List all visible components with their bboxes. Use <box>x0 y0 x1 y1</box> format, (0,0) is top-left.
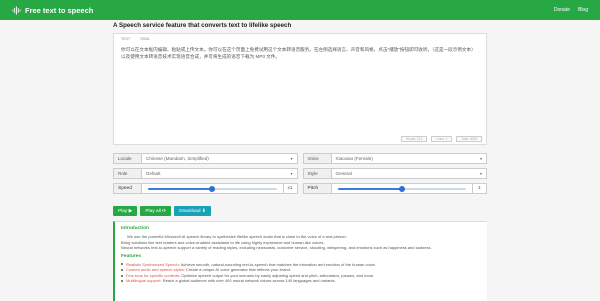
feature-desc: Optimize speech output for your scenario… <box>180 272 375 278</box>
speed-slider[interactable] <box>148 185 277 192</box>
bullet-icon <box>121 274 123 277</box>
chevron-down-icon: ▾ <box>290 156 293 161</box>
feature-name: Custom audio and speech styles: <box>126 267 185 273</box>
brand-title: Free text to speech <box>25 5 94 15</box>
info-panel: Introduction We use the powerful Microso… <box>113 221 487 301</box>
feature-desc: Reach a global audience with over 400 ne… <box>161 278 336 284</box>
style-label: Style <box>303 169 332 178</box>
chevron-down-icon: ▾ <box>290 171 293 176</box>
role-select[interactable]: Role Default ▾ <box>113 168 298 179</box>
chevron-down-icon: ▾ <box>479 156 482 161</box>
bullet-icon <box>121 263 123 266</box>
role-value: Default <box>146 171 161 176</box>
feature-name: Multilingual support: <box>126 278 162 284</box>
sound-wave-icon <box>12 5 21 15</box>
pitch-slider[interactable] <box>337 185 466 192</box>
feature-desc: Create a unique AI voice generator that … <box>184 267 291 273</box>
speed-control: Speed x1 <box>113 183 298 194</box>
feature-name: Realistic Synthesized Speech: <box>126 261 180 267</box>
tab-text[interactable]: TEXT <box>121 37 130 41</box>
voice-select[interactable]: Voice Xiaoxiao (Female) ▾ <box>302 153 487 164</box>
brand[interactable]: Free text to speech <box>12 6 93 15</box>
features-heading: Features <box>121 253 141 259</box>
tab-ssml[interactable]: SSML <box>140 37 150 41</box>
feature-name: Fine-tune for specific contexts: <box>126 272 181 278</box>
intro-paragraph: Neural networks text-to-speech support a… <box>121 245 432 250</box>
speed-slider-fill <box>148 187 213 190</box>
role-label: Role <box>114 169 142 178</box>
pitch-slider-fill <box>337 187 402 190</box>
pitch-value[interactable]: 1 <box>472 184 486 193</box>
feature-item: Multilingual support: Reach a global aud… <box>121 278 481 284</box>
nav-link-donate[interactable]: Donate <box>554 7 570 13</box>
nav-link-blog[interactable]: Blog <box>578 7 588 13</box>
download-button[interactable]: Download ⬇ <box>174 206 211 216</box>
locale-value: Chinese (Mandarin, Simplified) <box>146 156 209 161</box>
play-button[interactable]: Play ▶ <box>113 206 138 216</box>
line-count: Lines: 1 <box>431 136 453 142</box>
introduction-heading: Introduction <box>121 226 149 231</box>
style-select[interactable]: Style General ▾ <box>302 168 487 179</box>
text-editor[interactable]: TEXT SSML 你可以在文本框内编辑、粘贴或上传文本。你可以在这个页面上免费… <box>113 33 487 145</box>
pitch-slider-thumb[interactable] <box>398 185 405 192</box>
feature-desc: Achieve smooth, natural-sounding text-to… <box>179 261 376 267</box>
voice-value: Xiaoxiao (Female) <box>335 156 373 161</box>
speed-slider-thumb[interactable] <box>209 185 216 192</box>
top-navbar: Free text to speech Donate Blog <box>0 0 600 20</box>
total-count: Total: 3000 <box>456 136 482 142</box>
style-value: General <box>335 171 352 176</box>
bullet-icon <box>121 269 123 272</box>
voice-label: Voice <box>303 154 332 163</box>
chevron-down-icon: ▾ <box>479 171 482 176</box>
locale-label: Locale <box>114 154 142 163</box>
locale-select[interactable]: Locale Chinese (Mandarin, Simplified) ▾ <box>113 153 298 164</box>
speed-value[interactable]: x1 <box>282 184 297 193</box>
pitch-label: Pitch <box>303 184 332 193</box>
word-count: Words: 124 <box>400 136 428 142</box>
page-title: A Speech service feature that converts t… <box>113 22 292 29</box>
play-all-button[interactable]: Play all ⟳ <box>140 206 172 216</box>
editor-textarea[interactable]: 你可以在文本框内编辑、粘贴或上传文本。你可以在这个页面上免费试用这个文本转语音服… <box>114 44 486 63</box>
speed-label: Speed <box>114 184 142 193</box>
pitch-control: Pitch 1 <box>302 183 487 194</box>
bullet-icon <box>121 280 123 283</box>
